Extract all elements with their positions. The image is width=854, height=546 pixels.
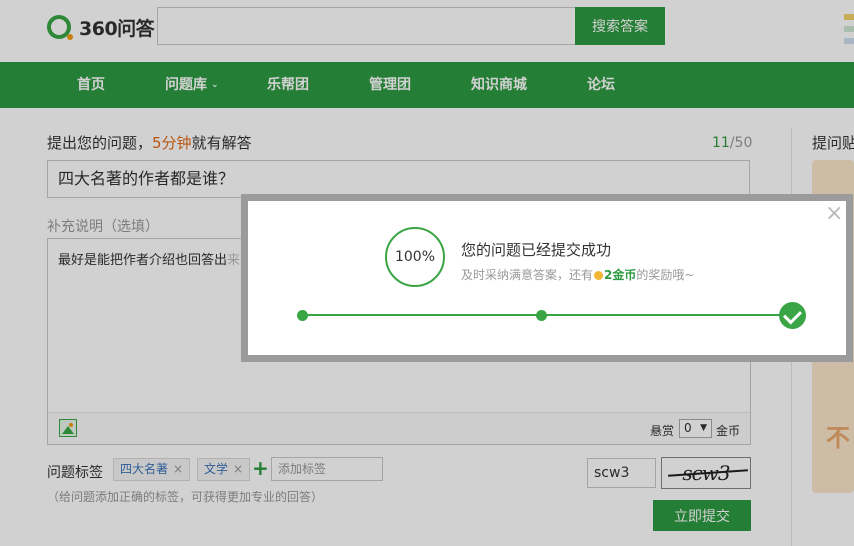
progress-percent: 100% [394,249,436,265]
progress-step-dot [536,310,547,321]
progress-circle: 100% [385,227,445,287]
check-icon [779,302,806,329]
success-title: 您的问题已经提交成功 [461,241,612,259]
progress-track [303,314,793,316]
success-subtitle-gold: 2金币 [604,268,637,282]
progress-step-dot [297,310,308,321]
success-subtitle-suffix: 的奖励哦~ [636,268,695,282]
coin-icon [594,271,604,280]
success-subtitle: 及时采纳满意答案，还有 2金币的奖励哦~ [461,266,694,283]
success-dialog: × 100% 您的问题已经提交成功 及时采纳满意答案，还有 2金币的奖励哦~ [248,201,846,355]
close-icon[interactable]: × [825,203,843,225]
success-subtitle-prefix: 及时采纳满意答案，还有 [461,268,594,282]
